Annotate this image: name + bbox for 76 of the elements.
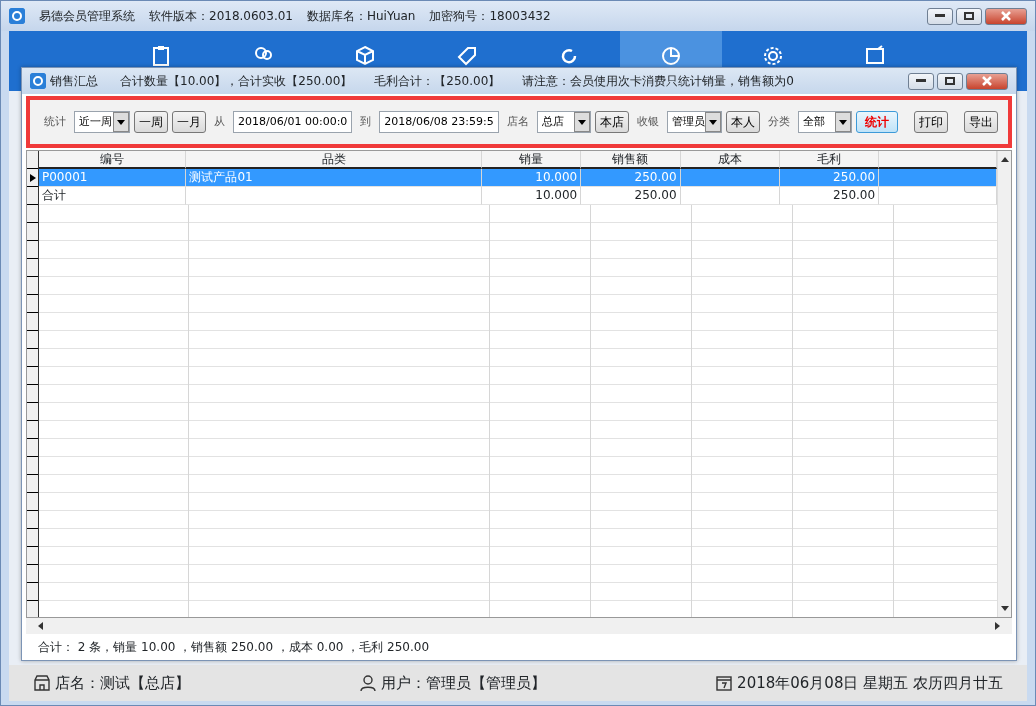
maximize-button[interactable] — [956, 7, 982, 25]
dropdown-arrow-icon[interactable] — [708, 119, 717, 125]
user-status: 用户：管理员【管理员】 — [381, 672, 547, 694]
column-header: 品类 — [186, 151, 482, 169]
to-label: 到 — [360, 113, 372, 130]
close-button[interactable] — [985, 7, 1027, 25]
close-button[interactable] — [966, 72, 1008, 90]
from-label: 从 — [214, 113, 226, 130]
window-icon[interactable] — [864, 45, 886, 67]
stat-label: 统计 — [44, 113, 66, 130]
dropdown-arrow-icon[interactable] — [577, 119, 586, 125]
category-dropdown[interactable]: 全部 — [797, 111, 852, 133]
week-button[interactable]: 一周 — [134, 111, 169, 133]
gear-icon[interactable] — [762, 45, 784, 67]
minimize-icon[interactable] — [935, 14, 945, 18]
category-label: 分类 — [767, 113, 790, 130]
shop-icon — [33, 674, 51, 692]
scroll-down-icon[interactable] — [1000, 606, 1009, 611]
clipboard-icon[interactable] — [150, 45, 172, 67]
table-cell: 10.000 — [482, 169, 582, 187]
date-status: 2018年06月08日 星期五 农历四月廿五 — [737, 672, 1003, 694]
maximize-icon[interactable] — [945, 77, 955, 85]
shop-status: 店名：测试【总店】 — [55, 672, 190, 694]
period-dropdown[interactable]: 近一周 — [74, 111, 131, 133]
column-header: 销量 — [482, 151, 582, 169]
version-text: 软件版本：2018.0603.01 — [149, 8, 293, 25]
table-cell: 测试产品01 — [186, 169, 482, 187]
print-button[interactable]: 打印 — [914, 111, 948, 133]
scroll-right-icon[interactable] — [995, 622, 1000, 630]
row-pointer-icon — [30, 174, 36, 182]
column-header: 成本 — [680, 151, 780, 169]
table-cell: P00001 — [39, 169, 187, 187]
app-logo-icon — [30, 73, 46, 89]
month-button[interactable]: 一月 — [172, 111, 207, 133]
table-cell: 250.00 — [581, 169, 681, 187]
pie-chart-icon[interactable] — [660, 45, 682, 67]
cashier-dropdown[interactable]: 管理员 — [666, 111, 722, 133]
user-icon — [359, 674, 378, 692]
maximize-button[interactable] — [937, 72, 963, 90]
maximize-icon[interactable] — [964, 12, 974, 20]
dongle-text: 加密狗号：18003432 — [429, 8, 551, 25]
total-text: 合计数量【10.00】，合计实收【250.00】 — [120, 73, 353, 90]
minimize-button[interactable] — [908, 72, 934, 90]
close-icon[interactable] — [982, 76, 992, 86]
calendar-icon — [715, 674, 734, 692]
box-icon[interactable] — [354, 45, 376, 67]
shop-dropdown[interactable]: 总店 — [536, 111, 591, 133]
column-header: 销售额 — [581, 151, 681, 169]
shop-label: 店名 — [506, 113, 529, 130]
me-button[interactable]: 本人 — [725, 111, 760, 133]
my-shop-button[interactable]: 本店 — [594, 111, 629, 133]
dialog-title: 销售汇总 — [50, 73, 98, 90]
dropdown-arrow-icon[interactable] — [117, 119, 126, 125]
vertical-scrollbar[interactable] — [997, 151, 1011, 617]
column-header: 毛利 — [779, 151, 880, 169]
app-logo-icon — [9, 8, 25, 24]
minimize-button[interactable] — [927, 7, 953, 25]
column-header: 编号 — [39, 151, 187, 169]
notice-text: 请注意：会员使用次卡消费只统计销量，销售额为0 — [522, 73, 794, 90]
scroll-left-icon[interactable] — [38, 622, 43, 630]
tag-icon[interactable] — [456, 45, 478, 67]
close-icon[interactable] — [1001, 11, 1011, 21]
export-button[interactable]: 导出 — [964, 111, 998, 133]
start-date-field[interactable]: 2018/06/01 00:00:0 — [233, 111, 353, 133]
profit-text: 毛利合计：【250.00】 — [374, 73, 501, 90]
scroll-up-icon[interactable] — [1000, 157, 1009, 162]
cashier-label: 收银 — [636, 113, 659, 130]
table-cell: 250.00 — [779, 169, 880, 187]
database-text: 数据库名：HuiYuan — [307, 8, 416, 25]
stat-button[interactable]: 统计 — [856, 111, 898, 133]
horizontal-scrollbar[interactable] — [26, 618, 1012, 634]
window-title: 易德会员管理系统 — [39, 8, 135, 25]
end-date-field[interactable]: 2018/06/08 23:59:5 — [379, 111, 499, 133]
minimize-icon[interactable] — [916, 79, 926, 83]
dropdown-arrow-icon[interactable] — [839, 119, 847, 125]
summary-text: 合计： 2 条，销量 10.00 ，销售额 250.00 ，成本 0.00 ，毛利 250.00 — [37, 639, 430, 656]
